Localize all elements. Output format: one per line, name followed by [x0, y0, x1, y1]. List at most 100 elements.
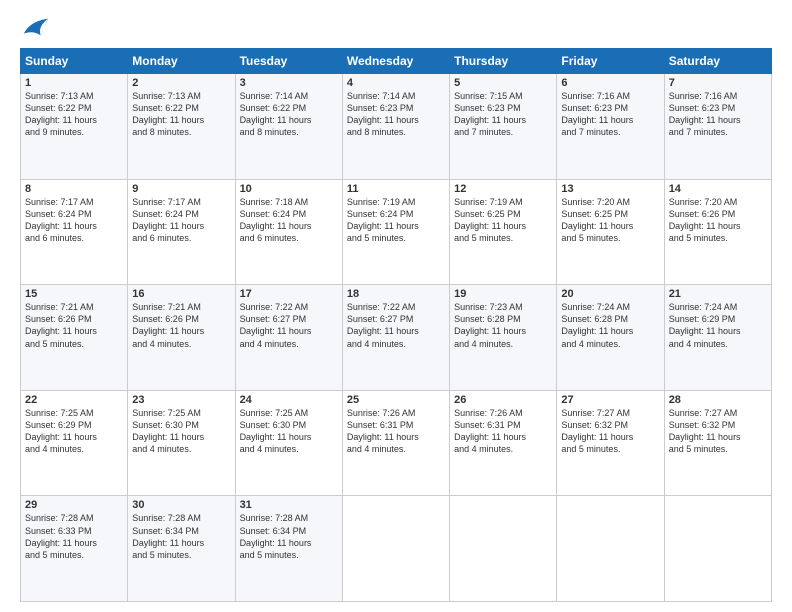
day-number: 28 [669, 394, 767, 406]
day-number: 22 [25, 394, 123, 406]
day-info: Sunrise: 7:17 AM Sunset: 6:24 PM Dayligh… [25, 196, 123, 245]
day-cell: 8Sunrise: 7:17 AM Sunset: 6:24 PM Daylig… [21, 179, 128, 285]
day-number: 27 [561, 394, 659, 406]
day-number: 4 [347, 77, 445, 89]
day-info: Sunrise: 7:22 AM Sunset: 6:27 PM Dayligh… [240, 301, 338, 350]
day-cell: 13Sunrise: 7:20 AM Sunset: 6:25 PM Dayli… [557, 179, 664, 285]
header-day-monday: Monday [128, 49, 235, 74]
day-number: 26 [454, 394, 552, 406]
logo [20, 16, 50, 38]
day-info: Sunrise: 7:27 AM Sunset: 6:32 PM Dayligh… [561, 407, 659, 456]
day-info: Sunrise: 7:16 AM Sunset: 6:23 PM Dayligh… [669, 90, 767, 139]
day-cell: 20Sunrise: 7:24 AM Sunset: 6:28 PM Dayli… [557, 285, 664, 391]
day-number: 16 [132, 288, 230, 300]
day-number: 10 [240, 183, 338, 195]
day-info: Sunrise: 7:25 AM Sunset: 6:29 PM Dayligh… [25, 407, 123, 456]
day-info: Sunrise: 7:27 AM Sunset: 6:32 PM Dayligh… [669, 407, 767, 456]
day-number: 25 [347, 394, 445, 406]
day-number: 21 [669, 288, 767, 300]
day-info: Sunrise: 7:19 AM Sunset: 6:24 PM Dayligh… [347, 196, 445, 245]
day-number: 19 [454, 288, 552, 300]
day-number: 6 [561, 77, 659, 89]
week-row-5: 29Sunrise: 7:28 AM Sunset: 6:33 PM Dayli… [21, 496, 772, 602]
day-cell: 15Sunrise: 7:21 AM Sunset: 6:26 PM Dayli… [21, 285, 128, 391]
day-info: Sunrise: 7:23 AM Sunset: 6:28 PM Dayligh… [454, 301, 552, 350]
day-cell: 19Sunrise: 7:23 AM Sunset: 6:28 PM Dayli… [450, 285, 557, 391]
day-info: Sunrise: 7:21 AM Sunset: 6:26 PM Dayligh… [25, 301, 123, 350]
day-number: 31 [240, 499, 338, 511]
day-info: Sunrise: 7:20 AM Sunset: 6:26 PM Dayligh… [669, 196, 767, 245]
day-info: Sunrise: 7:18 AM Sunset: 6:24 PM Dayligh… [240, 196, 338, 245]
day-info: Sunrise: 7:24 AM Sunset: 6:29 PM Dayligh… [669, 301, 767, 350]
day-number: 8 [25, 183, 123, 195]
header-row: SundayMondayTuesdayWednesdayThursdayFrid… [21, 49, 772, 74]
day-cell: 14Sunrise: 7:20 AM Sunset: 6:26 PM Dayli… [664, 179, 771, 285]
day-cell: 28Sunrise: 7:27 AM Sunset: 6:32 PM Dayli… [664, 390, 771, 496]
day-cell: 17Sunrise: 7:22 AM Sunset: 6:27 PM Dayli… [235, 285, 342, 391]
day-number: 13 [561, 183, 659, 195]
day-cell: 5Sunrise: 7:15 AM Sunset: 6:23 PM Daylig… [450, 74, 557, 180]
day-number: 1 [25, 77, 123, 89]
day-cell: 27Sunrise: 7:27 AM Sunset: 6:32 PM Dayli… [557, 390, 664, 496]
week-row-2: 8Sunrise: 7:17 AM Sunset: 6:24 PM Daylig… [21, 179, 772, 285]
day-info: Sunrise: 7:21 AM Sunset: 6:26 PM Dayligh… [132, 301, 230, 350]
day-cell [664, 496, 771, 602]
day-cell: 29Sunrise: 7:28 AM Sunset: 6:33 PM Dayli… [21, 496, 128, 602]
day-number: 2 [132, 77, 230, 89]
day-cell: 6Sunrise: 7:16 AM Sunset: 6:23 PM Daylig… [557, 74, 664, 180]
day-number: 11 [347, 183, 445, 195]
day-cell: 1Sunrise: 7:13 AM Sunset: 6:22 PM Daylig… [21, 74, 128, 180]
header-day-sunday: Sunday [21, 49, 128, 74]
calendar-table: SundayMondayTuesdayWednesdayThursdayFrid… [20, 48, 772, 602]
day-info: Sunrise: 7:14 AM Sunset: 6:22 PM Dayligh… [240, 90, 338, 139]
day-number: 3 [240, 77, 338, 89]
day-cell: 18Sunrise: 7:22 AM Sunset: 6:27 PM Dayli… [342, 285, 449, 391]
week-row-3: 15Sunrise: 7:21 AM Sunset: 6:26 PM Dayli… [21, 285, 772, 391]
day-info: Sunrise: 7:26 AM Sunset: 6:31 PM Dayligh… [454, 407, 552, 456]
day-cell: 24Sunrise: 7:25 AM Sunset: 6:30 PM Dayli… [235, 390, 342, 496]
day-number: 30 [132, 499, 230, 511]
day-cell: 21Sunrise: 7:24 AM Sunset: 6:29 PM Dayli… [664, 285, 771, 391]
day-number: 20 [561, 288, 659, 300]
day-info: Sunrise: 7:13 AM Sunset: 6:22 PM Dayligh… [132, 90, 230, 139]
day-info: Sunrise: 7:22 AM Sunset: 6:27 PM Dayligh… [347, 301, 445, 350]
day-info: Sunrise: 7:20 AM Sunset: 6:25 PM Dayligh… [561, 196, 659, 245]
week-row-4: 22Sunrise: 7:25 AM Sunset: 6:29 PM Dayli… [21, 390, 772, 496]
day-number: 9 [132, 183, 230, 195]
day-number: 18 [347, 288, 445, 300]
day-cell: 12Sunrise: 7:19 AM Sunset: 6:25 PM Dayli… [450, 179, 557, 285]
day-cell: 7Sunrise: 7:16 AM Sunset: 6:23 PM Daylig… [664, 74, 771, 180]
day-cell: 2Sunrise: 7:13 AM Sunset: 6:22 PM Daylig… [128, 74, 235, 180]
day-cell: 25Sunrise: 7:26 AM Sunset: 6:31 PM Dayli… [342, 390, 449, 496]
day-number: 5 [454, 77, 552, 89]
day-info: Sunrise: 7:28 AM Sunset: 6:34 PM Dayligh… [132, 512, 230, 561]
day-cell [342, 496, 449, 602]
day-number: 24 [240, 394, 338, 406]
day-number: 7 [669, 77, 767, 89]
page: SundayMondayTuesdayWednesdayThursdayFrid… [0, 0, 792, 612]
day-cell: 3Sunrise: 7:14 AM Sunset: 6:22 PM Daylig… [235, 74, 342, 180]
header-day-friday: Friday [557, 49, 664, 74]
day-info: Sunrise: 7:25 AM Sunset: 6:30 PM Dayligh… [240, 407, 338, 456]
header-day-thursday: Thursday [450, 49, 557, 74]
header-day-tuesday: Tuesday [235, 49, 342, 74]
header-day-wednesday: Wednesday [342, 49, 449, 74]
day-cell: 11Sunrise: 7:19 AM Sunset: 6:24 PM Dayli… [342, 179, 449, 285]
day-cell: 16Sunrise: 7:21 AM Sunset: 6:26 PM Dayli… [128, 285, 235, 391]
day-info: Sunrise: 7:13 AM Sunset: 6:22 PM Dayligh… [25, 90, 123, 139]
day-info: Sunrise: 7:28 AM Sunset: 6:34 PM Dayligh… [240, 512, 338, 561]
header-day-saturday: Saturday [664, 49, 771, 74]
day-info: Sunrise: 7:16 AM Sunset: 6:23 PM Dayligh… [561, 90, 659, 139]
day-cell [450, 496, 557, 602]
day-info: Sunrise: 7:25 AM Sunset: 6:30 PM Dayligh… [132, 407, 230, 456]
day-info: Sunrise: 7:24 AM Sunset: 6:28 PM Dayligh… [561, 301, 659, 350]
day-cell: 23Sunrise: 7:25 AM Sunset: 6:30 PM Dayli… [128, 390, 235, 496]
header [20, 16, 772, 38]
day-cell: 22Sunrise: 7:25 AM Sunset: 6:29 PM Dayli… [21, 390, 128, 496]
day-info: Sunrise: 7:26 AM Sunset: 6:31 PM Dayligh… [347, 407, 445, 456]
day-cell: 30Sunrise: 7:28 AM Sunset: 6:34 PM Dayli… [128, 496, 235, 602]
day-number: 14 [669, 183, 767, 195]
day-number: 15 [25, 288, 123, 300]
logo-bird-icon [22, 16, 50, 38]
day-number: 29 [25, 499, 123, 511]
